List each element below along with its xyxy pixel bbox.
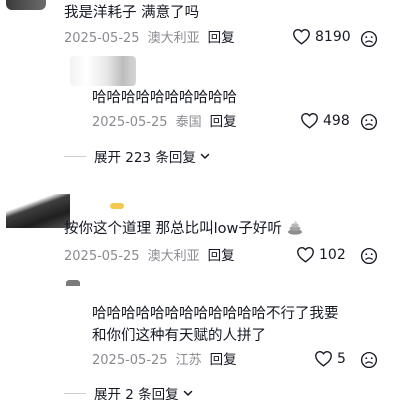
expand-replies-button[interactable]: 展开 223 条回复: [64, 146, 211, 166]
frown-face-icon[interactable]: [360, 30, 378, 48]
comment-meta: 2025-05-25 澳大利亚 回复: [64, 29, 235, 48]
comment-meta: 2025-05-25 江苏 回复: [92, 351, 237, 370]
comment-date: 2025-05-25: [64, 31, 140, 46]
like-button[interactable]: 8190: [292, 28, 351, 45]
frown-face-icon[interactable]: [360, 247, 378, 265]
comment-text-line1: 哈哈哈哈哈哈哈哈哈哈哈哈不行了我要: [92, 306, 339, 322]
heart-outline-icon: [293, 29, 310, 45]
heart-outline-icon: [315, 351, 332, 367]
reply-button[interactable]: 回复: [210, 114, 237, 130]
expand-replies-label: 展开 223 条回复: [94, 150, 196, 166]
avatar[interactable]: [6, 0, 46, 10]
badge-icon: [110, 203, 124, 209]
frown-face-icon[interactable]: [360, 113, 378, 131]
reply-button[interactable]: 回复: [210, 352, 237, 368]
avatar[interactable]: [66, 280, 80, 286]
heart-outline-icon: [297, 247, 314, 263]
comment-text: 按你这个道理 那总比叫low子好听: [64, 218, 303, 240]
divider: [64, 392, 86, 394]
avatar[interactable]: [6, 194, 70, 228]
like-count: 498: [323, 112, 350, 129]
chevron-down-icon: [200, 153, 210, 159]
comment-location: 澳大利亚: [147, 31, 200, 46]
like-button[interactable]: 498: [300, 112, 350, 129]
comment-meta: 2025-05-25 澳大利亚 回复: [64, 247, 235, 266]
avatar[interactable]: [70, 56, 136, 86]
comment-date: 2025-05-25: [92, 115, 168, 130]
poop-emoji-icon: [288, 220, 303, 235]
reply-button[interactable]: 回复: [208, 248, 235, 264]
comment-location: 澳大利亚: [147, 249, 200, 264]
like-count: 102: [319, 246, 346, 263]
expand-replies-label: 展开 2 条回复: [94, 387, 179, 400]
like-button[interactable]: 5: [314, 350, 346, 367]
like-count: 5: [337, 350, 346, 367]
reply-button[interactable]: 回复: [208, 30, 235, 46]
comment-text-content: 按你这个道理 那总比叫low子好听: [64, 221, 282, 237]
comment-text-line2: 和你们这种有天赋的人拼了: [92, 328, 266, 344]
frown-face-icon[interactable]: [360, 351, 378, 369]
comment-location: 江苏: [175, 353, 202, 368]
comment-text: 哈哈哈哈哈哈哈哈哈哈: [92, 90, 237, 106]
like-count: 8190: [315, 28, 351, 45]
comment-list: 我是洋耗子 满意了吗 2025-05-25 澳大利亚 回复 8190 哈哈哈哈哈哈哈…: [0, 0, 400, 400]
comment-location: 泰国: [175, 115, 202, 130]
divider: [64, 155, 86, 157]
comment-date: 2025-05-25: [92, 353, 168, 368]
heart-outline-icon: [301, 113, 318, 129]
like-button[interactable]: 102: [296, 246, 346, 263]
expand-replies-button[interactable]: 展开 2 条回复: [64, 383, 194, 400]
comment-text: 我是洋耗子 满意了吗: [64, 5, 200, 21]
chevron-down-icon: [183, 390, 192, 396]
comment-date: 2025-05-25: [64, 249, 140, 264]
comment-meta: 2025-05-25 泰国 回复: [92, 113, 237, 132]
